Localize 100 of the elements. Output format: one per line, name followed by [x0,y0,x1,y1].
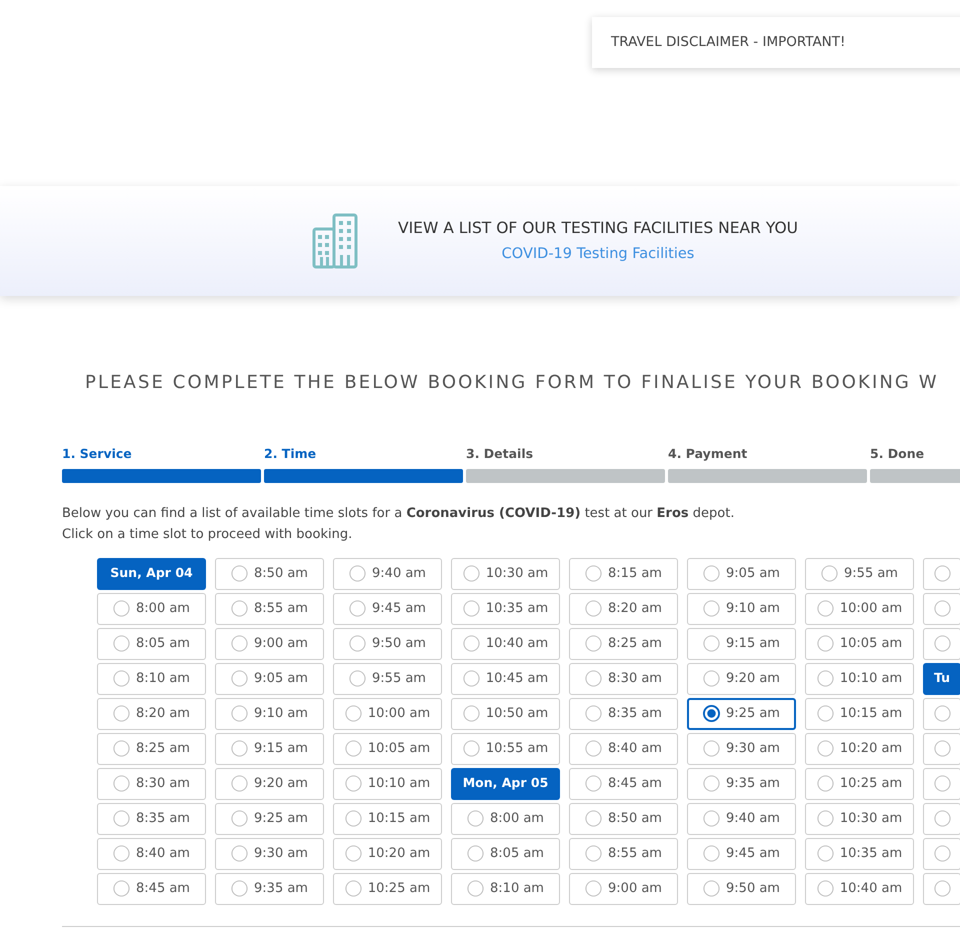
radio-button[interactable] [816,670,834,688]
time-slot[interactable]: 10:15 am [805,698,914,730]
radio-button[interactable] [113,880,130,898]
radio-button[interactable] [231,565,248,582]
disclaimer-panel[interactable]: TRAVEL DISCLAIMER - IMPORTANT! [592,17,960,68]
radio-button[interactable] [703,705,720,722]
radio-button[interactable] [821,565,838,582]
time-slot[interactable]: 8:50 am [215,558,324,590]
time-slot[interactable]: 9:45 am [687,838,796,870]
time-slot[interactable]: 10:00 am [333,698,442,730]
time-slot[interactable]: 10:05 am [805,628,914,660]
radio-button[interactable] [113,670,130,688]
radio-button[interactable] [467,880,484,898]
radio-button[interactable] [585,705,602,722]
radio-button[interactable] [113,635,130,652]
time-slot[interactable]: 8:15 am [569,558,678,590]
radio-button[interactable] [462,600,480,618]
radio-button[interactable] [703,775,720,792]
radio-button[interactable] [462,740,480,758]
time-slot[interactable]: 9:05 am [687,558,796,590]
radio-button[interactable] [231,635,248,652]
time-slot[interactable]: 10:45 am [451,662,560,695]
time-slot[interactable]: 9:00 am [569,872,678,905]
radio-button[interactable] [344,845,362,862]
time-slot[interactable] [923,592,960,625]
radio-button[interactable] [231,600,248,618]
time-slot[interactable]: 9:10 am [687,592,796,625]
radio-button[interactable] [231,810,248,828]
radio-button[interactable] [816,880,834,898]
radio-button[interactable] [703,810,720,828]
radio-button[interactable] [585,670,602,688]
time-slot[interactable] [923,872,960,905]
time-slot[interactable]: 10:30 am [805,802,914,835]
radio-button[interactable] [934,810,950,828]
time-slot[interactable]: 8:25 am [569,628,678,660]
radio-button[interactable] [703,880,720,898]
time-slot[interactable] [923,802,960,835]
time-slot[interactable]: 10:25 am [333,872,442,905]
radio-button[interactable] [816,600,834,618]
time-slot[interactable]: 8:45 am [569,768,678,800]
radio-button[interactable] [585,565,602,582]
radio-button[interactable] [113,810,130,828]
radio-button[interactable] [585,775,602,792]
time-slot[interactable]: 10:05 am [333,732,442,765]
time-slot[interactable]: 10:35 am [451,592,560,625]
time-slot[interactable]: 9:30 am [687,732,796,765]
radio-button[interactable] [113,740,130,758]
radio-button[interactable] [462,705,480,722]
time-slot[interactable]: 9:25 am [215,802,324,835]
radio-button[interactable] [934,705,950,722]
radio-button[interactable] [344,775,362,792]
time-slot[interactable]: 9:10 am [215,698,324,730]
radio-button[interactable] [462,635,480,652]
radio-button[interactable] [934,600,950,618]
time-slot[interactable]: 8:55 am [569,838,678,870]
time-slot[interactable] [923,768,960,800]
time-slot[interactable]: 10:55 am [451,732,560,765]
time-slot[interactable] [923,838,960,870]
time-slot[interactable]: 10:10 am [333,768,442,800]
time-slot[interactable]: 8:20 am [97,698,206,730]
radio-button[interactable] [113,775,130,792]
time-slot[interactable] [923,558,960,590]
radio-button[interactable] [462,670,480,688]
time-slot[interactable]: 9:55 am [333,662,442,695]
radio-button[interactable] [703,600,720,618]
radio-button[interactable] [231,670,248,688]
time-slot[interactable]: 8:00 am [97,592,206,625]
radio-button[interactable] [703,845,720,862]
time-slot[interactable]: 10:40 am [451,628,560,660]
time-slot[interactable]: 9:55 am [805,558,914,590]
time-slot[interactable]: 9:45 am [333,592,442,625]
time-slot[interactable]: 9:30 am [215,838,324,870]
time-slot[interactable]: 10:30 am [451,558,560,590]
radio-button[interactable] [934,635,950,652]
time-slot[interactable]: 8:20 am [569,592,678,625]
radio-button[interactable] [344,810,362,828]
time-slot[interactable]: 9:15 am [215,732,324,765]
time-slot[interactable]: 8:30 am [97,768,206,800]
time-slot[interactable]: 8:40 am [569,732,678,765]
radio-button[interactable] [231,705,248,722]
radio-button[interactable] [231,740,248,758]
radio-button[interactable] [231,845,248,862]
time-slot[interactable]: 9:50 am [687,872,796,905]
time-slot[interactable]: 10:50 am [451,698,560,730]
time-slot[interactable]: 10:15 am [333,802,442,835]
radio-button[interactable] [467,810,484,828]
time-slot[interactable]: 9:05 am [215,662,324,695]
radio-button[interactable] [349,670,366,688]
time-slot[interactable]: 9:20 am [215,768,324,800]
time-slot[interactable]: 9:35 am [215,872,324,905]
radio-button[interactable] [816,845,834,862]
time-slot[interactable]: 9:20 am [687,662,796,695]
time-slot[interactable] [923,698,960,730]
radio-button[interactable] [703,740,720,758]
time-slot[interactable]: 10:00 am [805,592,914,625]
time-slot[interactable] [923,732,960,765]
time-slot[interactable]: 10:40 am [805,872,914,905]
radio-button[interactable] [703,635,720,652]
time-slot[interactable] [923,628,960,660]
radio-button[interactable] [934,845,950,862]
